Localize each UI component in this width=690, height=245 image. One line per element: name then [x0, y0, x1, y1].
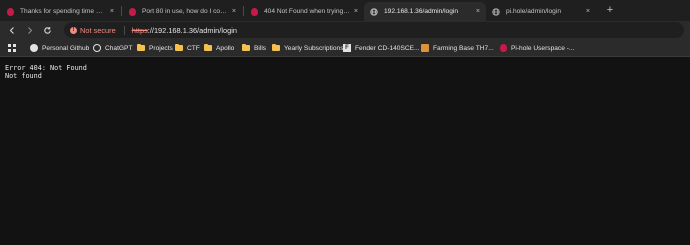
- raspberry-icon: [250, 7, 258, 16]
- folder-icon: [137, 44, 145, 52]
- security-indicator[interactable]: ! Not secure: [70, 26, 124, 35]
- close-icon[interactable]: ×: [110, 8, 114, 15]
- bookmark-label: Projects: [149, 44, 173, 52]
- bookmark-label: Yearly Subscriptions: [284, 44, 344, 52]
- folder-icon: [204, 44, 212, 52]
- farming-icon: [421, 44, 429, 52]
- apps-button[interactable]: [8, 42, 16, 54]
- arrow-left-icon: [9, 26, 14, 34]
- bookmark-label: Fender CD-140SCE...: [355, 44, 420, 52]
- url-scheme: https: [131, 25, 148, 35]
- forward-button[interactable]: [22, 23, 36, 37]
- apps-grid-icon: [8, 44, 16, 52]
- globe-icon: [492, 7, 500, 16]
- bookmarks-bar: Personal Github ChatGPT Projects CTF Apo…: [0, 39, 690, 57]
- github-icon: [30, 44, 38, 52]
- bookmark-farming-base[interactable]: Farming Base TH7...: [421, 42, 494, 54]
- bookmark-label: Pi-hole Userspace -...: [511, 44, 575, 52]
- new-tab-button[interactable]: +: [603, 3, 617, 17]
- bookmark-bills[interactable]: Bills: [242, 42, 266, 54]
- security-label: Not secure: [80, 25, 116, 35]
- bookmark-fender[interactable]: F Fender CD-140SCE...: [343, 42, 420, 54]
- divider: [123, 25, 125, 35]
- bookmark-yearly-subscriptions[interactable]: Yearly Subscriptions: [272, 42, 344, 54]
- bookmark-ctf[interactable]: CTF: [175, 42, 200, 54]
- bookmark-apollo[interactable]: Apollo: [204, 42, 234, 54]
- tab-title: pi.hole/admin/login: [506, 8, 561, 15]
- tab-admin-login[interactable]: 192.168.1.36/admin/login ×: [364, 2, 486, 21]
- error-detail: Not found: [5, 72, 42, 80]
- bookmark-label: Bills: [254, 44, 267, 52]
- bookmark-label: Personal Github: [42, 44, 90, 52]
- close-icon[interactable]: ×: [476, 8, 480, 15]
- tab-title: Thanks for spending time with us - R: [20, 8, 106, 15]
- folder-icon: [272, 44, 280, 52]
- page-content: Error 404: Not Found Not found: [0, 58, 690, 245]
- bookmark-projects[interactable]: Projects: [137, 42, 173, 54]
- tab-thanks[interactable]: Thanks for spending time with us - R ×: [0, 2, 120, 21]
- close-icon[interactable]: ×: [232, 8, 236, 15]
- warning-icon: !: [70, 26, 77, 34]
- bookmark-label: Apollo: [216, 44, 235, 52]
- tab-title: 404 Not Found when trying to acces: [264, 8, 350, 15]
- globe-icon: [370, 7, 378, 16]
- fender-icon: F: [343, 44, 351, 52]
- reload-icon: [43, 26, 51, 34]
- raspberry-icon: [128, 7, 136, 16]
- tab-pihole-login[interactable]: pi.hole/admin/login ×: [486, 2, 596, 21]
- tab-404[interactable]: 404 Not Found when trying to acces ×: [244, 2, 364, 21]
- bookmark-label: CTF: [187, 44, 200, 52]
- address-bar[interactable]: ! Not secure https://192.168.1.36/admin/…: [64, 22, 684, 38]
- tab-strip: Thanks for spending time with us - R × P…: [0, 0, 690, 21]
- error-heading: Error 404: Not Found: [5, 64, 87, 72]
- close-icon[interactable]: ×: [586, 8, 590, 15]
- folder-icon: [242, 44, 250, 52]
- tab-port-80[interactable]: Port 80 in use, how do I configure P ×: [122, 2, 242, 21]
- error-message: Error 404: Not Found Not found: [5, 64, 87, 80]
- url-text: ://192.168.1.36/admin/login: [147, 25, 237, 35]
- reload-button[interactable]: [40, 23, 54, 37]
- close-icon[interactable]: ×: [354, 8, 358, 15]
- bookmark-label: Farming Base TH7...: [433, 44, 494, 52]
- raspberry-icon: [499, 44, 507, 52]
- tab-title: 192.168.1.36/admin/login: [384, 8, 459, 15]
- bookmark-label: ChatGPT: [105, 44, 133, 52]
- bookmark-chatgpt[interactable]: ChatGPT: [93, 42, 132, 54]
- folder-icon: [175, 44, 183, 52]
- arrow-right-icon: [27, 26, 32, 34]
- chatgpt-icon: [93, 44, 101, 52]
- raspberry-icon: [6, 7, 14, 16]
- back-button[interactable]: [5, 23, 19, 37]
- tab-title: Port 80 in use, how do I configure P: [142, 8, 228, 15]
- toolbar: ! Not secure https://192.168.1.36/admin/…: [0, 21, 690, 39]
- bookmark-personal-github[interactable]: Personal Github: [30, 42, 89, 54]
- bookmark-pihole-userspace[interactable]: Pi-hole Userspace -...: [499, 42, 574, 54]
